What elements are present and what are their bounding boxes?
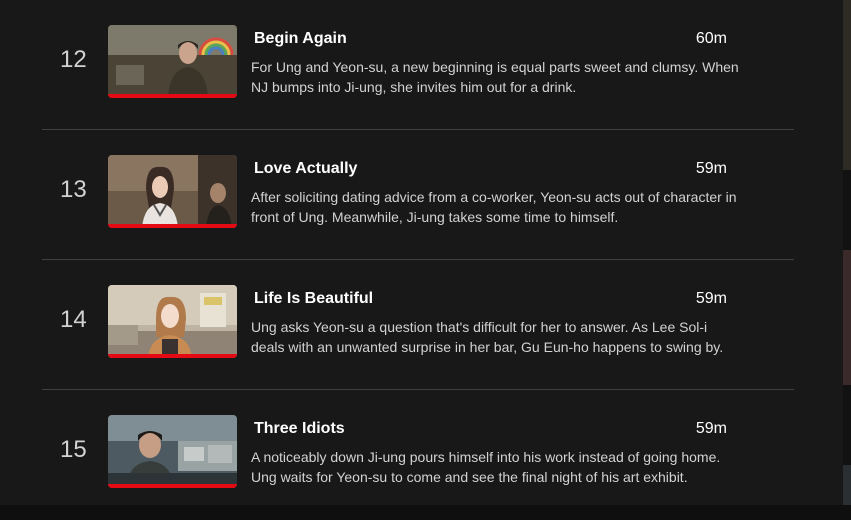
episode-description: A noticeably down Ji-ung pours himself i… xyxy=(251,449,721,485)
episode-thumbnail[interactable] xyxy=(108,415,237,488)
episode-duration: 59m xyxy=(695,160,727,177)
thumbnail-image xyxy=(108,285,237,358)
progress-bar xyxy=(108,94,237,98)
episode-item[interactable]: 15 Three Idiots 59m A noticeably down Ji… xyxy=(42,390,794,520)
episode-list: 12 Begin Again 60m For Ung and Yeon-su, … xyxy=(42,0,794,520)
episode-title: Love Actually xyxy=(254,160,358,177)
episode-item[interactable]: 12 Begin Again 60m For Ung and Yeon-su, … xyxy=(42,0,794,130)
episode-number: 12 xyxy=(60,46,87,73)
episode-title: Life Is Beautiful xyxy=(254,290,374,307)
thumbnail-image xyxy=(108,155,237,228)
thumbnail-image xyxy=(108,25,237,98)
episode-number: 13 xyxy=(60,176,87,203)
episode-thumbnail[interactable] xyxy=(108,25,237,98)
background-art-block xyxy=(843,0,851,170)
episode-title: Begin Again xyxy=(254,30,347,47)
background-art-block xyxy=(843,465,851,505)
background-edge xyxy=(843,0,851,505)
progress-bar xyxy=(108,354,237,358)
episode-duration: 59m xyxy=(695,290,727,307)
episode-title: Three Idiots xyxy=(254,420,345,437)
progress-bar xyxy=(108,224,237,228)
episode-thumbnail[interactable] xyxy=(108,155,237,228)
episode-duration: 60m xyxy=(695,30,727,47)
background-art-block xyxy=(843,250,851,385)
episode-duration: 59m xyxy=(695,420,727,437)
episode-item[interactable]: 14 Life Is Beautiful 59m Ung asks Yeon-s… xyxy=(42,260,794,390)
episode-thumbnail[interactable] xyxy=(108,285,237,358)
episode-number: 14 xyxy=(60,306,87,333)
episode-description: Ung asks Yeon-su a question that's diffi… xyxy=(251,319,724,355)
episode-description: For Ung and Yeon-su, a new beginning is … xyxy=(251,59,739,95)
episode-item[interactable]: 13 Love Actually 59m After soliciting da… xyxy=(42,130,794,260)
episode-description: After soliciting dating advice from a co… xyxy=(251,189,737,225)
episode-number: 15 xyxy=(60,436,87,463)
episode-list-panel: 12 Begin Again 60m For Ung and Yeon-su, … xyxy=(0,0,843,505)
thumbnail-image xyxy=(108,415,237,488)
progress-bar xyxy=(108,484,237,488)
